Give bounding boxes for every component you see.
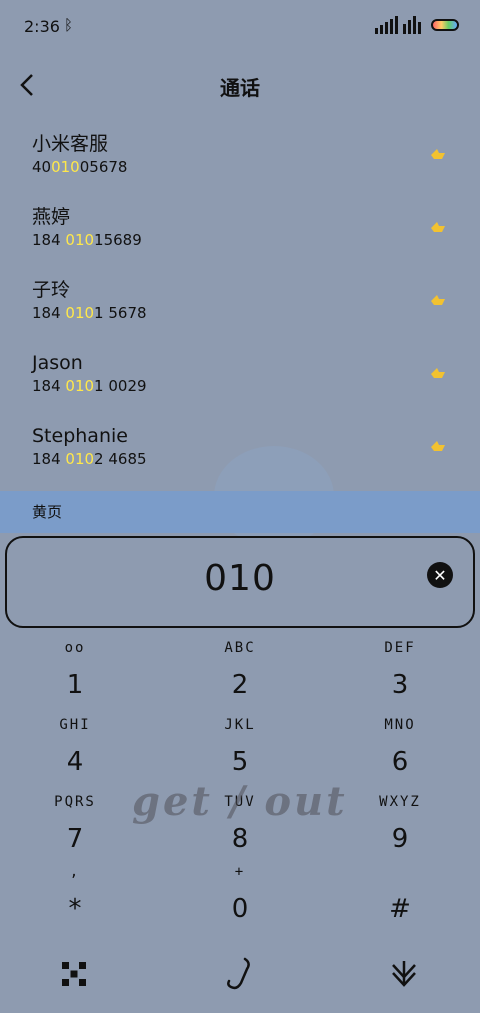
voicemail-icon: oo xyxy=(64,640,86,656)
location-icon xyxy=(431,295,445,305)
key-digit: # xyxy=(389,894,411,924)
battery-icon xyxy=(431,19,459,31)
key-4[interactable]: GHI 4 xyxy=(20,709,130,785)
key-1[interactable]: oo 1 xyxy=(20,632,130,708)
key-letters: DEF xyxy=(384,640,416,656)
key-0[interactable]: + 0 xyxy=(185,856,295,932)
key-3[interactable]: DEF 3 xyxy=(345,632,455,708)
key-digit: 8 xyxy=(231,824,249,854)
key-hash[interactable]: # xyxy=(345,856,455,932)
bottom-bar xyxy=(0,942,480,1004)
dialpad-icon[interactable] xyxy=(52,952,96,996)
status-bar: 2:36 ᛒ xyxy=(0,0,480,52)
key-letters: JKL xyxy=(224,717,256,733)
contact-number: 184 0102 4685 xyxy=(32,448,480,470)
key-letters: + xyxy=(234,864,246,880)
contact-name: 子玲 xyxy=(32,279,71,301)
key-letters: PQRS xyxy=(54,794,96,810)
key-2[interactable]: ABC 2 xyxy=(185,632,295,708)
status-time: 2:36 xyxy=(24,17,60,36)
number-match: 010 xyxy=(65,304,95,322)
key-star[interactable]: , * xyxy=(20,856,130,932)
number-suffix: 1 0029 xyxy=(94,377,147,395)
list-item[interactable]: Stephanie 184 0102 4685 xyxy=(0,412,480,485)
signal-icon xyxy=(375,16,398,34)
key-digit: 4 xyxy=(66,747,84,777)
call-icon[interactable] xyxy=(218,952,262,996)
number-prefix: 184 xyxy=(32,231,66,249)
contact-name: 小米客服 xyxy=(32,133,109,155)
key-digit: 5 xyxy=(231,747,249,777)
number-prefix: 40 xyxy=(32,158,52,176)
list-item[interactable]: 小米客服 4001005678 xyxy=(0,120,480,193)
contact-list: 小米客服 4001005678 燕婷 184 01015689 子玲 184 0… xyxy=(0,120,480,485)
contact-name: Jason xyxy=(32,352,83,374)
key-9[interactable]: WXYZ 9 xyxy=(345,786,455,862)
key-digit: 6 xyxy=(391,747,409,777)
number-suffix: 2 4685 xyxy=(94,450,147,468)
page-title: 通话 xyxy=(220,76,260,100)
list-item[interactable]: Jason 184 0101 0029 xyxy=(0,339,480,412)
location-icon xyxy=(431,368,445,378)
number-prefix: 184 xyxy=(32,304,66,322)
watermark: get / out xyxy=(132,778,348,825)
key-letters: WXYZ xyxy=(379,794,421,810)
number-match: 010 xyxy=(51,158,80,176)
number-suffix: 1 5678 xyxy=(94,304,147,322)
key-digit: 9 xyxy=(391,824,409,854)
number-match: 010 xyxy=(65,231,95,249)
number-match: 010 xyxy=(65,450,95,468)
number-suffix: 15689 xyxy=(94,231,142,249)
key-5[interactable]: JKL 5 xyxy=(185,709,295,785)
wifi-icon xyxy=(403,16,421,34)
key-7[interactable]: PQRS 7 xyxy=(20,786,130,862)
contact-number: 184 0101 5678 xyxy=(32,302,480,324)
key-digit: 0 xyxy=(231,894,249,924)
number-match: 010 xyxy=(65,377,95,395)
key-letters: MNO xyxy=(384,717,416,733)
number-suffix: 05678 xyxy=(79,158,128,176)
number-prefix: 184 xyxy=(32,450,66,468)
location-icon xyxy=(431,441,445,451)
yellow-pages-item[interactable]: 黄页 xyxy=(0,491,480,533)
key-letters: GHI xyxy=(59,717,91,733)
list-item[interactable]: 燕婷 184 01015689 xyxy=(0,193,480,266)
collapse-keypad-icon[interactable] xyxy=(382,952,426,996)
key-letters: ABC xyxy=(224,640,256,656)
key-digit: 2 xyxy=(231,670,249,700)
contact-number: 184 01015689 xyxy=(32,229,480,251)
key-digit: 7 xyxy=(66,824,84,854)
key-digit: 3 xyxy=(391,670,409,700)
contact-name: Stephanie xyxy=(32,425,128,447)
key-letters: , xyxy=(69,864,81,880)
dial-input[interactable]: 010 ✕ xyxy=(5,536,475,628)
bluetooth-icon: ᛒ xyxy=(64,16,74,34)
dial-digits: 010 xyxy=(204,558,276,599)
key-digit: * xyxy=(68,894,82,924)
contact-number: 184 0101 0029 xyxy=(32,375,480,397)
location-icon xyxy=(431,222,445,232)
list-item[interactable]: 子玲 184 0101 5678 xyxy=(0,266,480,339)
key-digit: 1 xyxy=(66,670,84,700)
contact-number: 4001005678 xyxy=(32,156,480,178)
clear-icon[interactable]: ✕ xyxy=(427,562,453,588)
header: 通话 xyxy=(0,60,480,110)
key-6[interactable]: MNO 6 xyxy=(345,709,455,785)
contact-name: 燕婷 xyxy=(32,206,71,228)
location-icon xyxy=(431,149,445,159)
number-prefix: 184 xyxy=(32,377,66,395)
